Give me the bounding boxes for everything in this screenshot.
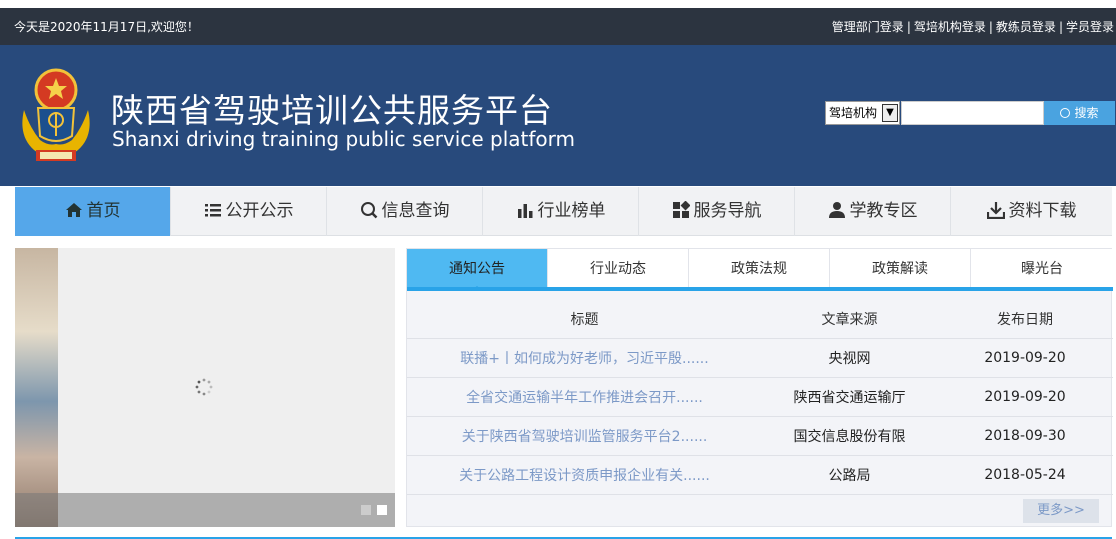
table-row: 全省交通运输半年工作推进会召开...... 陕西省交通运输厅 2019-09-2… (407, 377, 1113, 417)
news-source: 陕西省交通运输厅 (762, 377, 937, 417)
column-header-title: 标题 (407, 301, 762, 339)
nav-item-label: 学教专区 (849, 201, 918, 221)
search-input[interactable] (901, 101, 1044, 125)
image-slider[interactable] (15, 248, 395, 527)
tab-exposure[interactable]: 曝光台 (971, 249, 1113, 287)
list-icon (204, 204, 221, 217)
news-title-link[interactable]: 联播+丨如何成为好老师，习近平殷...... (407, 338, 762, 378)
search-type-select[interactable]: 驾培机构 ▼ (825, 101, 900, 125)
student-login-link[interactable]: 学员登录 (1066, 20, 1114, 34)
tab-policies[interactable]: 政策法规 (689, 249, 830, 287)
school-login-link[interactable]: 驾培机构登录 (914, 20, 986, 34)
news-source: 公路局 (762, 455, 937, 495)
tab-industry-news[interactable]: 行业动态 (548, 249, 689, 287)
nav-item-services[interactable]: 服务导航 (639, 187, 795, 236)
separator: | (988, 20, 993, 34)
more-button[interactable]: 更多>> (1023, 499, 1099, 523)
site-title-en: Shanxi driving training public service p… (112, 127, 575, 151)
download-icon (986, 202, 1005, 220)
news-tabs: 通知公告 行业动态 政策法规 政策解读 曝光台 (407, 249, 1113, 291)
grid-icon (672, 200, 690, 218)
column-header-date: 发布日期 (937, 301, 1113, 339)
slide-dot-active[interactable] (377, 505, 387, 515)
slide-caption-bar (15, 493, 395, 527)
nav-item-label: 首页 (86, 201, 121, 221)
search-icon (1060, 108, 1071, 118)
slide-dot[interactable] (361, 505, 371, 515)
nav-item-label: 行业榜单 (537, 201, 606, 221)
nav-item-downloads[interactable]: 资料下载 (951, 187, 1112, 236)
login-links: 管理部门登录 | 驾培机构登录 | 教练员登录 | 学员登录 (832, 18, 1114, 35)
news-date: 2019-09-20 (937, 377, 1113, 417)
home-icon (65, 203, 82, 217)
chevron-down-icon[interactable]: ▼ (882, 104, 898, 122)
nav-item-home[interactable]: 首页 (15, 187, 171, 236)
user-icon (828, 202, 845, 218)
table-row: 联播+丨如何成为好老师，习近平殷...... 央视网 2019-09-20 (407, 338, 1113, 378)
active-tab-caret (471, 286, 483, 291)
search-box: 驾培机构 ▼ 搜索 (825, 101, 1115, 125)
news-title-link[interactable]: 关于公路工程设计资质申报企业有关...... (407, 455, 762, 495)
nav-item-label: 公开公示 (225, 201, 294, 221)
nav-item-rankings[interactable]: 行业榜单 (483, 187, 639, 236)
table-header-row: 标题 文章来源 发布日期 (407, 301, 1113, 339)
search-button-label: 搜索 (1074, 106, 1099, 120)
search-type-value: 驾培机构 (829, 106, 878, 120)
nav-item-query[interactable]: 信息查询 (327, 187, 483, 236)
separator: | (1058, 20, 1063, 34)
slide-photo (15, 248, 58, 527)
table-row: 关于陕西省驾驶培训监管服务平台2...... 国交信息股份有限 2018-09-… (407, 416, 1113, 456)
date-greeting: 今天是2020年11月17日,欢迎您！ (14, 20, 199, 34)
nav-item-learning[interactable]: 学教专区 (795, 187, 951, 236)
main-nav: 首页 公开公示 信息查询 行业榜单 服务导航 学教专区 资料下载 (15, 187, 1112, 236)
top-bar: 今天是2020年11月17日,欢迎您！ 管理部门登录 | 驾培机构登录 | 教练员登录 |… (0, 8, 1116, 45)
loading-spinner-icon (195, 378, 213, 396)
news-table: 标题 文章来源 发布日期 联播+丨如何成为好老师，习近平殷...... 央视网 … (407, 301, 1113, 495)
news-source: 国交信息股份有限 (762, 416, 937, 456)
nav-item-label: 服务导航 (693, 201, 762, 221)
search-button[interactable]: 搜索 (1044, 101, 1115, 125)
column-header-source: 文章来源 (762, 301, 937, 339)
news-source: 央视网 (762, 338, 937, 378)
tab-notices[interactable]: 通知公告 (407, 249, 548, 291)
news-date: 2019-09-20 (937, 338, 1113, 378)
site-header: 陕西省驾驶培训公共服务平台 Shanxi driving training pu… (0, 45, 1116, 186)
coach-login-link[interactable]: 教练员登录 (996, 20, 1056, 34)
site-title-cn: 陕西省驾驶培训公共服务平台 (111, 91, 553, 130)
search-icon (360, 202, 377, 219)
news-date: 2018-09-30 (937, 416, 1113, 456)
nav-item-public[interactable]: 公开公示 (171, 187, 327, 236)
traffic-police-emblem-icon (22, 68, 90, 161)
news-title-link[interactable]: 全省交通运输半年工作推进会召开...... (407, 377, 762, 417)
table-row: 关于公路工程设计资质申报企业有关...... 公路局 2018-05-24 (407, 455, 1113, 495)
bar-chart-icon (517, 204, 532, 218)
tab-policy-interpretation[interactable]: 政策解读 (830, 249, 971, 287)
nav-item-label: 资料下载 (1008, 201, 1077, 221)
separator: | (906, 20, 911, 34)
admin-login-link[interactable]: 管理部门登录 (832, 20, 904, 34)
news-panel: 通知公告 行业动态 政策法规 政策解读 曝光台 标题 文章来源 发布日期 联播+… (406, 248, 1113, 527)
news-title-link[interactable]: 关于陕西省驾驶培训监管服务平台2...... (407, 416, 762, 456)
tab-label: 通知公告 (449, 261, 505, 277)
nav-item-label: 信息查询 (381, 201, 450, 221)
news-date: 2018-05-24 (937, 455, 1113, 495)
